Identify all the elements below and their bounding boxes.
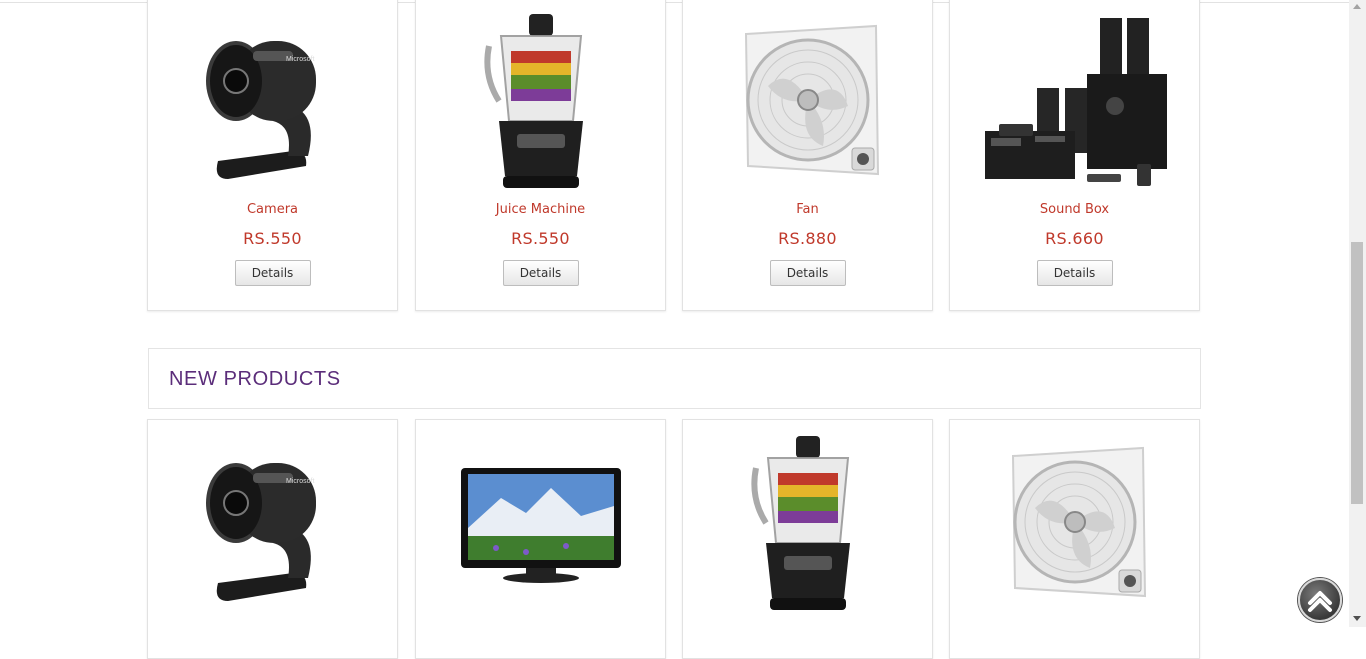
- svg-text:Microsoft: Microsoft: [286, 478, 314, 485]
- food-processor-icon: [750, 436, 850, 610]
- details-button[interactable]: Details: [234, 260, 311, 286]
- television-icon: [460, 468, 621, 583]
- product-price: RS.660: [1045, 229, 1104, 248]
- product-image[interactable]: [683, 428, 932, 618]
- product-image[interactable]: [416, 428, 665, 618]
- scroll-up-icon[interactable]: [1353, 4, 1361, 9]
- scroll-down-icon[interactable]: [1353, 616, 1361, 621]
- webcam-icon: Microsoft: [205, 463, 316, 601]
- product-card: Sound Box RS.660 Details: [949, 0, 1200, 311]
- product-price: RS.880: [778, 229, 837, 248]
- product-image[interactable]: Microsoft: [148, 6, 397, 196]
- product-name[interactable]: Fan: [683, 202, 932, 217]
- details-button[interactable]: Details: [502, 260, 579, 286]
- product-image[interactable]: [416, 6, 665, 196]
- back-to-top-button[interactable]: [1298, 578, 1342, 622]
- box-fan-icon: [1011, 446, 1146, 598]
- food-processor-icon: [483, 14, 583, 188]
- product-image[interactable]: [950, 428, 1199, 618]
- home-theater-icon: [984, 18, 1167, 186]
- webcam-icon: Microsoft: [205, 41, 316, 179]
- product-image[interactable]: Microsoft: [148, 428, 397, 618]
- chevron-up-circle-icon: [1308, 591, 1332, 612]
- product-name[interactable]: Camera: [148, 202, 397, 217]
- details-button[interactable]: Details: [769, 260, 846, 286]
- section-title: NEW PRODUCTS: [169, 368, 341, 390]
- product-name[interactable]: Sound Box: [950, 202, 1199, 217]
- product-price: RS.550: [243, 229, 302, 248]
- scrollbar-thumb[interactable]: [1351, 242, 1363, 504]
- details-button[interactable]: Details: [1036, 260, 1113, 286]
- box-fan-icon: [744, 24, 879, 176]
- product-price: RS.550: [511, 229, 570, 248]
- vertical-scrollbar[interactable]: [1349, 0, 1366, 627]
- product-card: [949, 419, 1200, 659]
- product-card: [415, 419, 666, 659]
- product-name[interactable]: Juice Machine: [416, 202, 665, 217]
- product-image[interactable]: [950, 6, 1199, 196]
- product-card: Fan RS.880 Details: [682, 0, 933, 311]
- product-card: Microsoft: [147, 419, 398, 659]
- new-products-header: NEW PRODUCTS: [148, 348, 1201, 409]
- product-card: Microsoft Camera RS.550 Details: [147, 0, 398, 311]
- product-card: [682, 419, 933, 659]
- product-card: Juice Machine RS.550 Details: [415, 0, 666, 311]
- product-image[interactable]: [683, 6, 932, 196]
- svg-text:Microsoft: Microsoft: [286, 56, 314, 63]
